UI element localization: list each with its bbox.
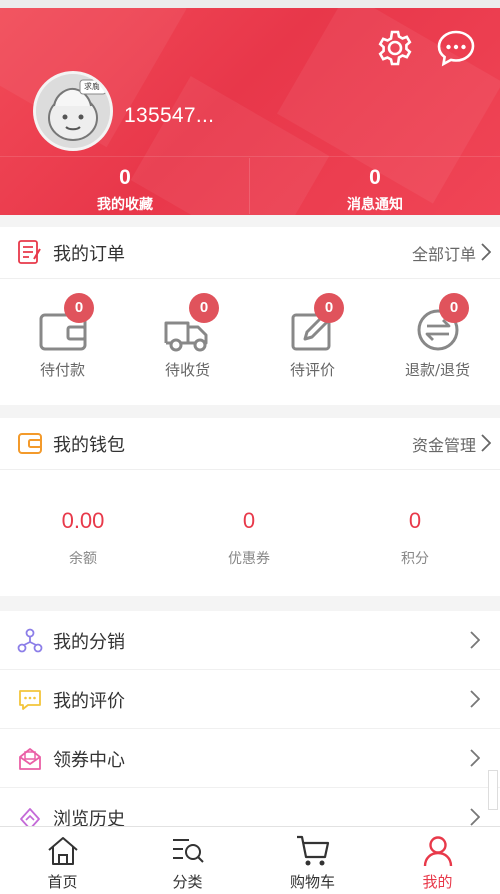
tab-mine[interactable]: 我的	[375, 833, 500, 892]
tab-label: 首页	[47, 873, 78, 891]
menu-label: 我的分销	[53, 632, 125, 653]
username[interactable]: 135547...	[124, 104, 214, 128]
settings-button[interactable]	[375, 28, 415, 68]
stat-value: 0	[119, 166, 131, 189]
wallet-header[interactable]: 我的钱包 资金管理	[0, 418, 500, 470]
tab-label: 我的	[422, 873, 453, 891]
points-value: 0	[408, 508, 422, 533]
menu-reviews[interactable]: 我的评价	[0, 670, 500, 729]
count-badge: 0	[64, 293, 94, 323]
divider	[0, 156, 500, 157]
menu-coupon-center[interactable]: 领券中心	[0, 729, 500, 788]
profile-header: 求腐 135547... 0 我的收藏 0 消息通知	[0, 8, 500, 215]
menu-label: 我的评价	[53, 691, 125, 712]
chevron-right-icon	[481, 243, 491, 261]
wallet-coupons[interactable]: 0 优惠券	[166, 508, 332, 568]
tab-label: 购物车	[289, 873, 335, 891]
home-icon	[47, 837, 78, 865]
menu-distribution[interactable]: 我的分销	[0, 611, 500, 670]
orders-card: 我的订单 全部订单 0 待付款 0 待收货 0 待评价 0 退款/退货	[0, 227, 500, 405]
network-icon	[17, 628, 43, 653]
chat-bubble-icon	[437, 30, 475, 67]
category-search-icon	[172, 839, 204, 863]
count-badge: 0	[189, 293, 219, 323]
coupons-value: 0	[242, 508, 256, 533]
menu-label: 领券中心	[53, 750, 125, 771]
chevron-right-icon	[470, 690, 480, 708]
points-label: 积分	[401, 551, 429, 567]
order-label: 退款/退货	[404, 361, 471, 379]
order-pending-receipt[interactable]: 0 待收货	[125, 293, 250, 380]
coupon-icon	[19, 748, 41, 770]
order-pending-review[interactable]: 0 待评价	[250, 293, 375, 380]
wallet-title: 我的钱包	[53, 435, 125, 456]
scroll-handle[interactable]	[488, 770, 498, 810]
stat-label: 消息通知	[347, 197, 403, 213]
orders-header[interactable]: 我的订单 全部订单	[0, 227, 500, 279]
count-badge: 0	[439, 293, 469, 323]
comment-icon	[19, 690, 41, 710]
balance-value: 0.00	[61, 508, 105, 533]
tab-label: 分类	[172, 873, 203, 891]
gear-icon	[378, 30, 412, 66]
fund-management-link[interactable]: 资金管理	[412, 432, 476, 456]
orders-title: 我的订单	[53, 244, 125, 265]
order-refund[interactable]: 0 退款/退货	[375, 293, 500, 380]
chevron-right-icon	[470, 631, 480, 649]
count-badge: 0	[314, 293, 344, 323]
order-label: 待评价	[289, 361, 335, 379]
wallet-card: 我的钱包 资金管理	[0, 418, 500, 596]
wallet-outline-icon	[18, 433, 42, 454]
order-pending-payment[interactable]: 0 待付款	[0, 293, 125, 380]
stat-notifications[interactable]: 0 消息通知	[250, 166, 500, 214]
chevron-right-icon	[470, 749, 480, 767]
status-strip	[0, 0, 500, 8]
balance-label: 余额	[69, 551, 97, 567]
tab-home[interactable]: 首页	[0, 833, 125, 892]
cart-icon	[296, 835, 329, 866]
stat-value: 0	[369, 166, 381, 189]
all-orders-link[interactable]: 全部订单	[412, 241, 476, 265]
wallet-points[interactable]: 0 积分	[332, 508, 498, 568]
tab-category[interactable]: 分类	[125, 833, 250, 892]
bottom-tab-bar: 首页 分类 购物车 我的	[0, 826, 500, 894]
chevron-right-icon	[470, 808, 480, 826]
order-label: 待收货	[164, 361, 210, 379]
stat-favorites[interactable]: 0 我的收藏	[0, 166, 250, 214]
user-icon	[423, 836, 452, 867]
tab-cart[interactable]: 购物车	[250, 833, 375, 892]
messages-button[interactable]	[436, 28, 476, 68]
avatar[interactable]: 求腐	[33, 71, 113, 151]
order-list-icon	[18, 240, 41, 264]
wallet-balance[interactable]: 0.00 余额	[0, 508, 166, 568]
coupons-label: 优惠券	[228, 551, 270, 567]
stat-label: 我的收藏	[97, 197, 153, 213]
chevron-right-icon	[481, 434, 491, 452]
order-label: 待付款	[39, 361, 85, 379]
avatar-caption: 求腐	[84, 82, 100, 91]
